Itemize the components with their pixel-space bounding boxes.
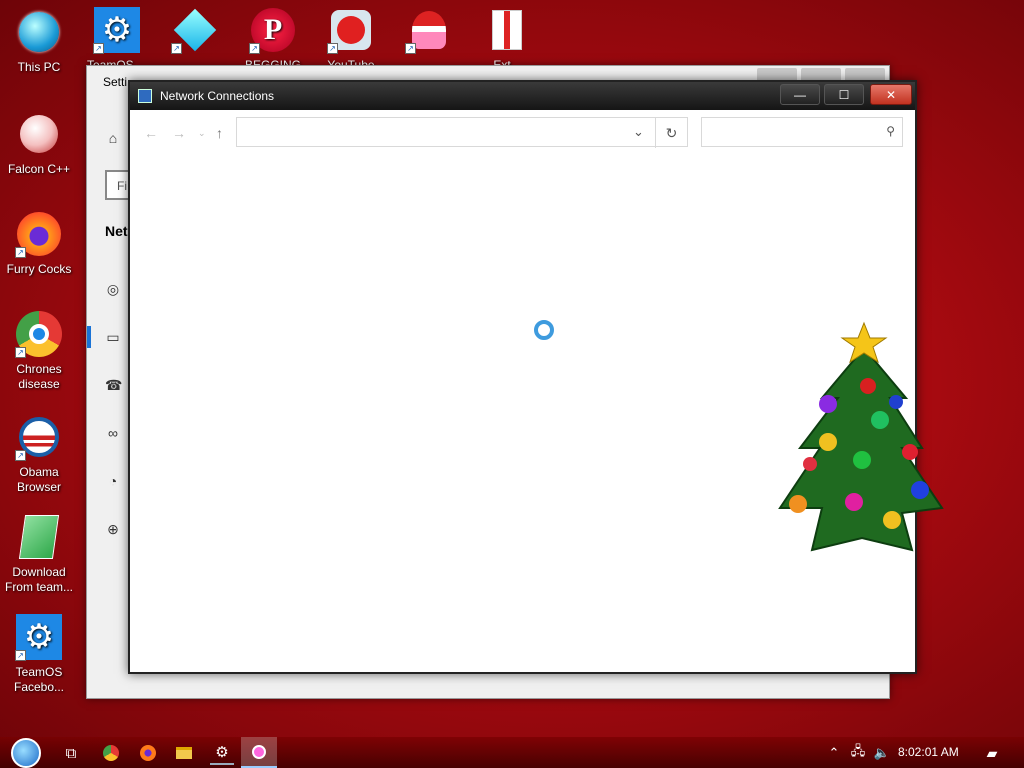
desktop-icon-label: Falcon C++ [7,162,71,176]
desktop-icon-falcon[interactable]: Falcon C++ [1,110,77,177]
desktop-icon-santa[interactable]: ↗ ... [391,6,467,73]
action-center-icon[interactable]: ▰ [980,741,1004,765]
minimize-button[interactable]: — [780,84,820,105]
address-dropdown-icon[interactable]: ⌄ [633,124,644,140]
monitor-icon [15,8,63,56]
address-bar[interactable]: ⌄ ↻ [236,117,688,148]
vpn-icon[interactable]: ∞ [105,425,121,441]
globe-grid-icon[interactable]: ◎ [105,281,121,297]
loading-spinner [534,320,554,340]
desktop-icon-label: Furry Cocks [6,262,72,276]
angry-bird-icon: ↗ [327,6,375,54]
data-usage-icon[interactable]: ◔ [105,473,121,489]
dialup-icon[interactable]: ☎ [105,377,122,393]
firefox-icon: ↗ [15,210,63,258]
notepad-icon [15,513,63,561]
volume-icon[interactable]: 🔈 [870,741,894,765]
net-toolbar: ← → ⌄ ↑ ⌄ ↻ ⚲ [130,117,915,148]
gift-icon [483,6,531,54]
network-connections-icon [138,89,152,103]
chrome-icon: ↗ [15,310,63,358]
desktop-icon-chrome[interactable]: ↗ Chrones disease [1,310,77,392]
gear-icon: ⚙ ↗ [93,6,141,54]
settings-search-placeholder: Fi [117,179,127,193]
refresh-icon[interactable]: ↻ [655,118,687,148]
shortcut-arrow-icon: ↗ [15,650,26,661]
ethernet-icon[interactable]: ▭ [105,329,121,345]
desktop-icon-obama[interactable]: ↗ Obama Browser [1,413,77,495]
up-arrow-icon[interactable]: ↑ [216,125,223,141]
desktop-icon-diamond[interactable]: ↗ ... [157,6,233,73]
desktop-icon-teamos-top[interactable]: ⚙ ↗ TeamOS ... [79,6,155,73]
p-logo-icon: P ↗ [249,6,297,54]
desktop-icon-gift[interactable]: Ext... [469,6,545,73]
file-explorer-icon[interactable] [172,741,196,765]
shortcut-arrow-icon: ↗ [93,43,104,54]
recycle-bin-icon [15,110,63,158]
desktop-icon-label: Chrones disease [16,362,62,391]
desktop-icon-label: This PC [17,60,61,74]
desktop-icon-firefox[interactable]: ↗ Furry Cocks [1,210,77,277]
globe-icon[interactable]: ⊕ [105,521,121,537]
shortcut-arrow-icon: ↗ [15,347,26,358]
net-window-title: Network Connections [160,89,275,103]
chrome-icon[interactable] [99,741,123,765]
taskbar: ⧉ ⚙ ⌃ 🖧 🔈 8:02:01 AM ▰ [0,737,1024,768]
maximize-button[interactable]: ☐ [824,84,864,105]
shortcut-arrow-icon: ↗ [15,247,26,258]
christmas-tree-decoration [772,318,944,556]
network-icon[interactable]: 🖧 [846,741,870,765]
nav-selected-indicator [87,326,91,348]
taskbar-clock[interactable]: 8:02:01 AM [898,745,959,759]
network-app-icon[interactable] [241,737,277,768]
back-arrow-icon[interactable]: ← [144,125,158,141]
shortcut-arrow-icon: ↗ [405,43,416,54]
desktop-icon-label: Download From team... [4,565,73,594]
forward-arrow-icon[interactable]: → [172,125,186,141]
santa-icon: ↗ [405,6,453,54]
search-icon: ⚲ [886,124,895,138]
search-input[interactable]: ⚲ [701,117,903,147]
home-icon[interactable]: ⌂ [105,130,121,146]
desktop-icon-teamos[interactable]: ⚙ ↗ TeamOS Facebo... [1,613,77,695]
desktop-icon-youtube[interactable]: ↗ YouTube [313,6,389,73]
recent-chevron-icon[interactable]: ⌄ [198,128,206,139]
shortcut-arrow-icon: ↗ [249,43,260,54]
chevron-up-icon[interactable]: ⌃ [822,741,846,765]
diamond-icon: ↗ [171,6,219,54]
settings-heading: Net [105,223,128,239]
desktop-icon-download[interactable]: Download From team... [1,513,77,595]
settings-icon[interactable]: ⚙ [210,741,234,765]
task-view-icon[interactable]: ⧉ [59,741,83,765]
desktop-icon-label: Obama Browser [16,465,61,494]
gear-icon: ⚙ ↗ [15,613,63,661]
shortcut-arrow-icon: ↗ [15,450,26,461]
shortcut-arrow-icon: ↗ [327,43,338,54]
desktop-icon-this-pc[interactable]: This PC [1,8,77,75]
close-button[interactable]: ✕ [870,84,912,105]
shortcut-arrow-icon: ↗ [171,43,182,54]
obama-logo-icon: ↗ [15,413,63,461]
settings-title: Setti [103,75,128,89]
desktop-icon-label: TeamOS Facebo... [13,665,65,694]
firefox-icon[interactable] [136,741,160,765]
start-orb-icon[interactable] [10,737,42,768]
